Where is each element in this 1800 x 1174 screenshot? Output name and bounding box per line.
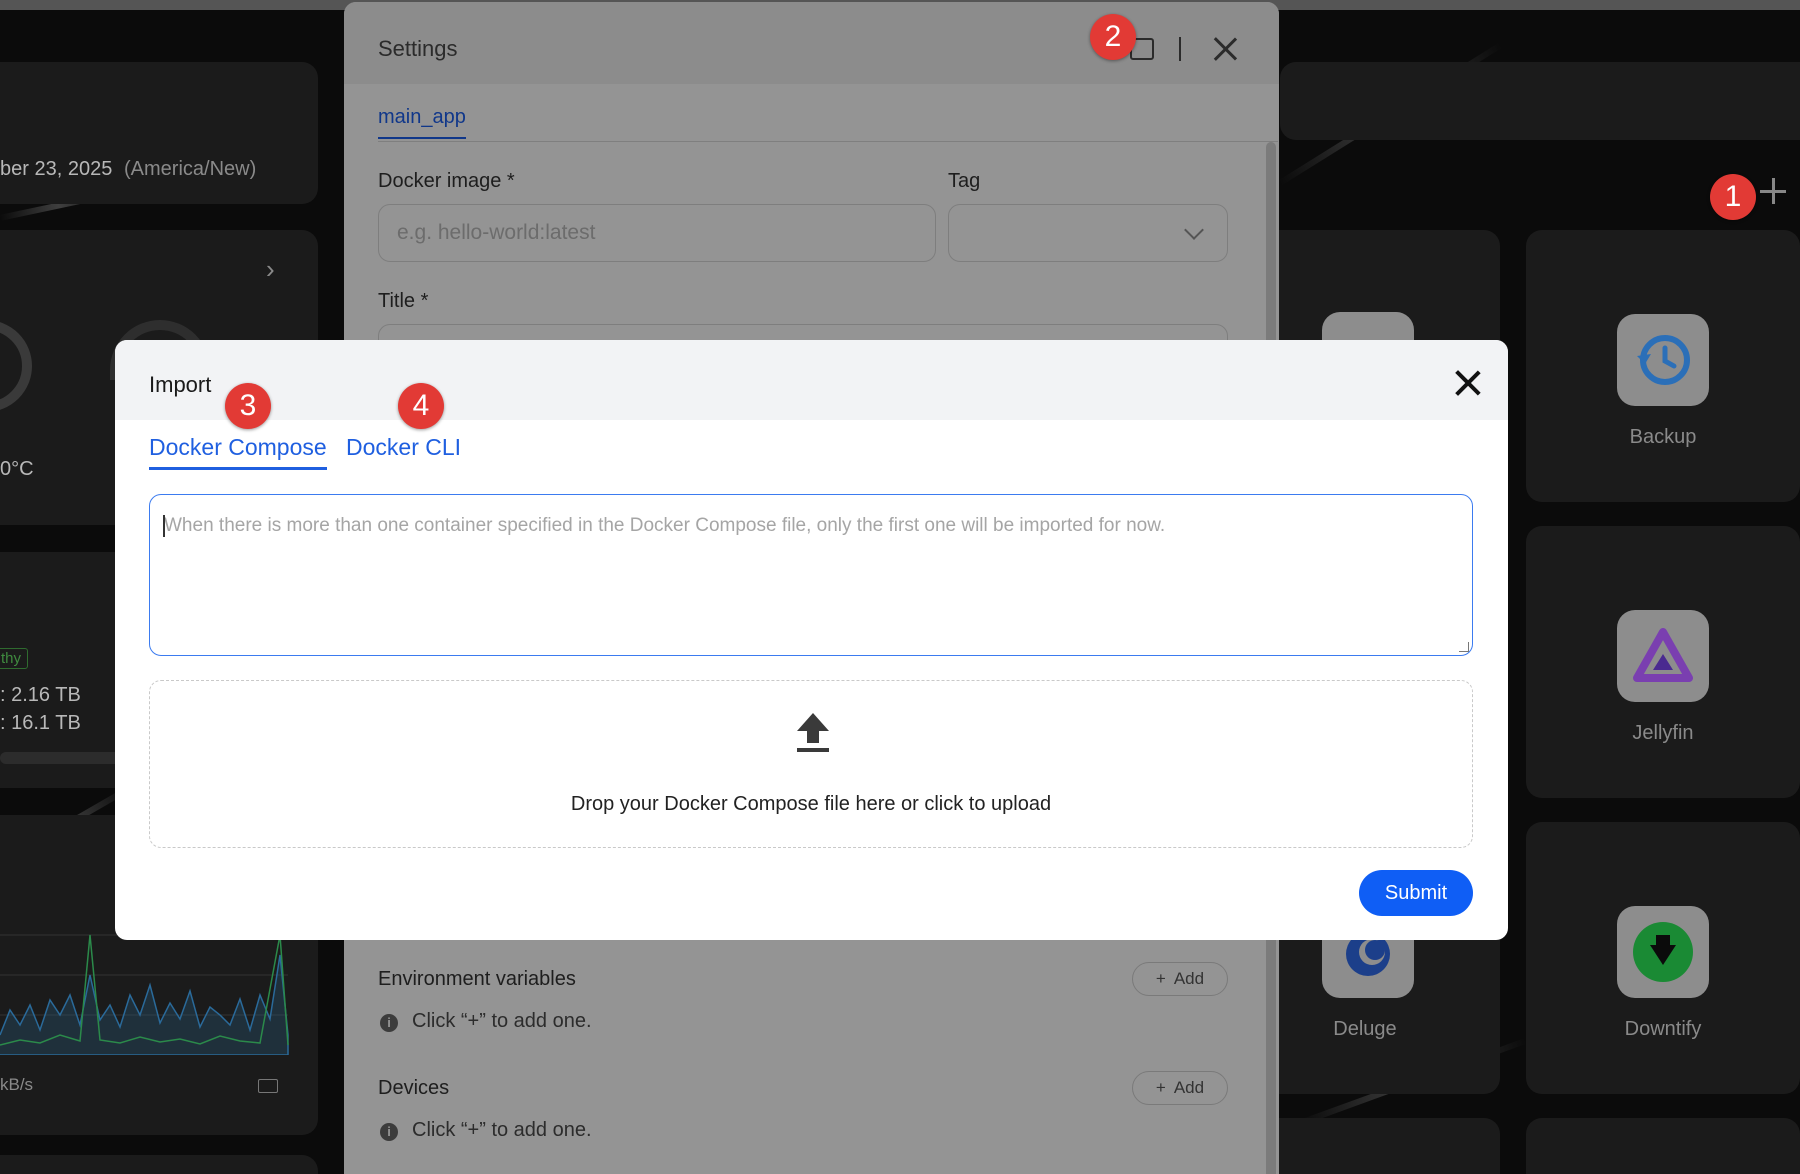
storage-used: : 2.16 TB [0, 684, 81, 706]
marker-3: 3 [225, 383, 271, 429]
env-add-label: Add [1173, 969, 1205, 988]
devices-label: Devices [378, 1077, 450, 1099]
date-card: ber 23, 2025 (America/New) [0, 62, 318, 204]
app-card-backup[interactable]: Backup [1526, 230, 1800, 502]
header-divider [1179, 37, 1181, 61]
bottom-card [0, 1155, 318, 1174]
marker-4: 4 [398, 383, 444, 429]
devices-add-label: Add [1173, 1078, 1205, 1097]
temperature-text: 0°C [0, 458, 34, 480]
downtify-icon [1617, 906, 1709, 998]
gauge-ring [0, 320, 32, 412]
title-label: Title * [378, 290, 429, 312]
upload-icon [797, 713, 829, 752]
info-icon: i [380, 1014, 398, 1032]
marker-2: 2 [1090, 14, 1136, 60]
import-close-icon[interactable] [1455, 370, 1481, 396]
plus-icon: + [1155, 969, 1166, 988]
docker-image-label: Docker image * [378, 170, 515, 192]
env-add-button[interactable]: + Add [1132, 962, 1228, 996]
health-badge: thy [0, 648, 29, 669]
file-dropzone[interactable]: Drop your Docker Compose file here or cl… [149, 680, 1473, 848]
marker-1: 1 [1710, 174, 1756, 220]
app-label-jellyfin: Jellyfin [1632, 722, 1694, 744]
chart-expand-icon[interactable] [258, 1079, 278, 1093]
settings-title: Settings [378, 36, 458, 61]
info-icon: i [380, 1123, 398, 1141]
text-caret [163, 515, 165, 537]
app-card-jellyfin[interactable]: Jellyfin [1526, 526, 1800, 798]
dropzone-text: Drop your Docker Compose file here or cl… [570, 793, 1052, 815]
storage-total: : 16.1 TB [0, 712, 81, 734]
env-vars-label: Environment variables [378, 968, 576, 990]
submit-button[interactable]: Submit [1359, 870, 1473, 916]
jellyfin-icon [1617, 610, 1709, 702]
resize-handle[interactable] [1459, 642, 1469, 652]
devices-hint: Click “+” to add one. [412, 1119, 592, 1141]
docker-image-input[interactable]: e.g. hello-world:latest [378, 204, 936, 262]
app-card-downtify[interactable]: Downtify [1526, 822, 1800, 1094]
plus-icon: + [1155, 1078, 1166, 1097]
right-top-card [1280, 62, 1800, 140]
devices-add-button[interactable]: + Add [1132, 1071, 1228, 1105]
chevron-right-icon[interactable]: › [266, 254, 275, 285]
date-text: ber 23, 2025 [0, 158, 113, 180]
docker-image-placeholder: e.g. hello-world:latest [397, 221, 596, 244]
app-label-deluge: Deluge [1333, 1018, 1397, 1040]
app-card-bottom-2[interactable] [1526, 1118, 1800, 1174]
chevron-down-icon [1184, 220, 1204, 240]
tab-docker-cli[interactable]: Docker CLI [346, 434, 461, 461]
network-unit: kB/s [0, 1075, 34, 1094]
tab-underline [378, 141, 1278, 142]
tab-docker-compose[interactable]: Docker Compose [149, 434, 327, 470]
timezone-text: (America/New) [124, 158, 257, 180]
settings-close-icon[interactable] [1212, 36, 1238, 62]
backup-icon [1617, 314, 1709, 406]
app-label-backup: Backup [1629, 426, 1697, 448]
import-modal: Import Docker Compose Docker CLI When th… [115, 340, 1508, 940]
import-header [115, 340, 1508, 420]
env-hint: Click “+” to add one. [412, 1010, 592, 1032]
compose-textarea[interactable]: When there is more than one container sp… [149, 494, 1473, 656]
tag-select[interactable] [948, 204, 1228, 262]
tab-main-app[interactable]: main_app [378, 106, 466, 139]
compose-textarea-placeholder: When there is more than one container sp… [164, 515, 1166, 536]
add-app-plus-icon[interactable] [1760, 178, 1786, 204]
tag-label: Tag [948, 170, 981, 192]
import-title: Import [149, 372, 212, 397]
app-label-downtify: Downtify [1624, 1018, 1702, 1040]
